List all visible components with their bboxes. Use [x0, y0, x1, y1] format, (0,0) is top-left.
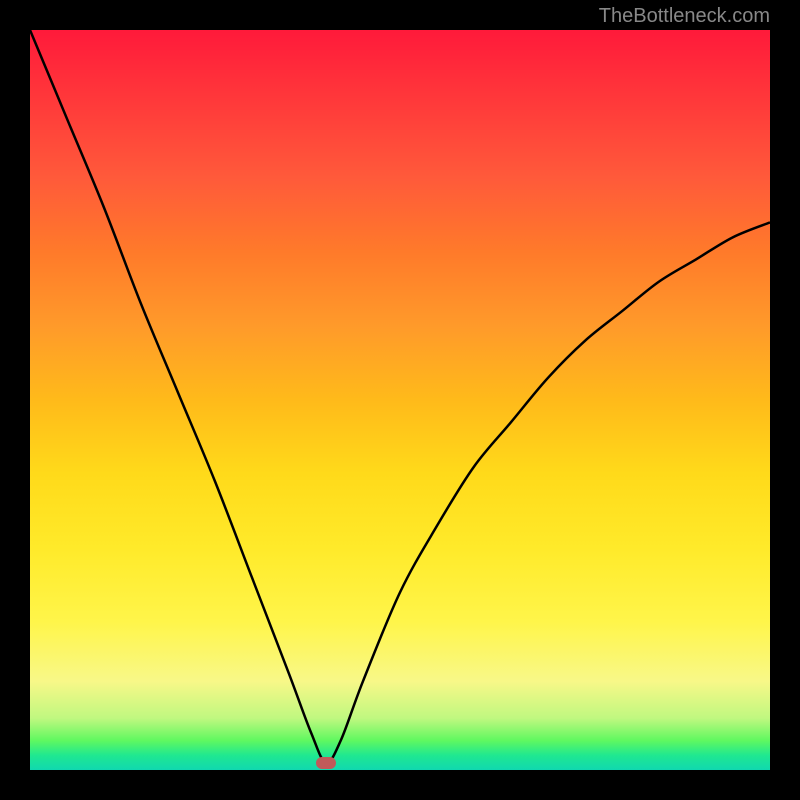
optimal-point-marker	[316, 757, 336, 769]
chart-container: TheBottleneck.com	[0, 0, 800, 800]
bottleneck-curve	[30, 30, 770, 770]
watermark-text: TheBottleneck.com	[599, 5, 770, 28]
